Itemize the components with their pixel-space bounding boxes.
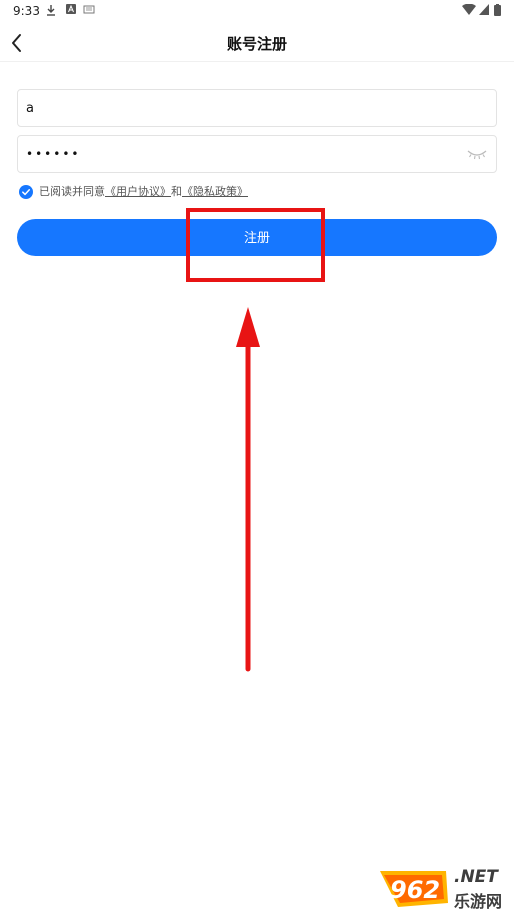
notification-icon <box>83 5 95 14</box>
nav-bar: 账号注册 <box>0 24 514 62</box>
agreement-text: 已阅读并同意《用户协议》和《隐私政策》 <box>39 184 248 200</box>
signal-icon <box>479 4 489 15</box>
watermark-logo-text: 962 <box>390 876 440 904</box>
checkbox-checked-icon[interactable] <box>19 185 33 199</box>
password-input[interactable] <box>26 136 466 172</box>
battery-icon <box>494 4 501 16</box>
agreement-and: 和 <box>171 185 182 198</box>
watermark-suffix: .NET <box>454 867 498 887</box>
watermark-logo: 962 <box>380 871 448 907</box>
app-a-icon <box>66 4 76 14</box>
watermark-site-name: 乐游网 <box>454 892 503 911</box>
user-agreement-link[interactable]: 《用户协议》 <box>105 185 171 198</box>
account-input[interactable] <box>26 90 466 126</box>
highlight-box <box>186 208 325 282</box>
download-icon <box>47 5 55 16</box>
status-time: 9:33 <box>13 4 40 18</box>
agreement-row: 已阅读并同意《用户协议》和《隐私政策》 <box>19 184 499 200</box>
privacy-policy-link[interactable]: 《隐私政策》 <box>182 185 248 198</box>
eye-closed-icon[interactable] <box>466 147 488 161</box>
password-field-wrapper <box>17 135 497 173</box>
wifi-icon <box>462 4 476 15</box>
agreement-prefix: 已阅读并同意 <box>39 185 105 198</box>
status-bar: 9:33 <box>0 0 514 24</box>
account-field-wrapper <box>17 89 497 127</box>
arrow-up-icon <box>236 307 260 672</box>
watermark: 962 .NET 乐游网 <box>376 867 512 911</box>
page-title: 账号注册 <box>226 35 287 53</box>
